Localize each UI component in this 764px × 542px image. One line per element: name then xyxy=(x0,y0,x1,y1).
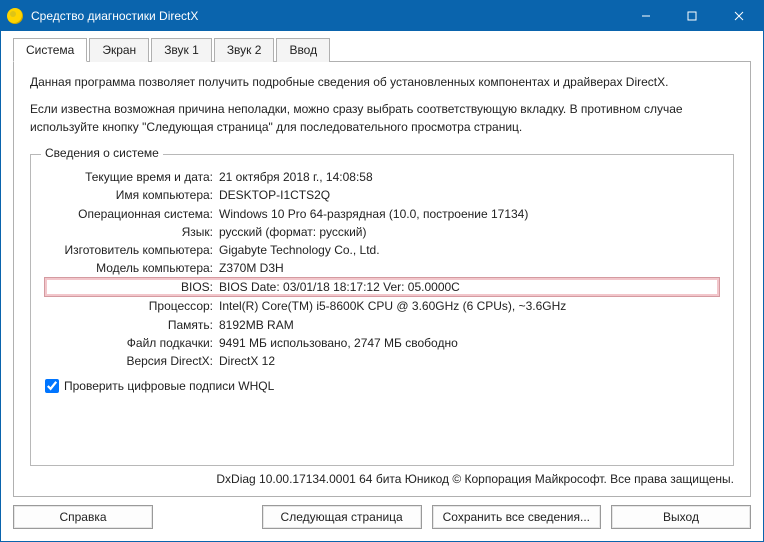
info-key: Память: xyxy=(45,317,219,333)
spacer xyxy=(153,505,262,529)
client-area: СистемаЭкранЗвук 1Звук 2Ввод Данная прог… xyxy=(1,31,763,541)
info-value: Windows 10 Pro 64-разрядная (10.0, постр… xyxy=(219,206,528,222)
info-key: Операционная система: xyxy=(45,206,219,222)
intro-line-2: Если известна возможная причина неполадк… xyxy=(30,101,734,136)
info-key: Файл подкачки: xyxy=(45,335,219,351)
info-value: BIOS Date: 03/01/18 18:17:12 Ver: 05.000… xyxy=(219,279,460,295)
help-button[interactable]: Справка xyxy=(13,505,153,529)
tab-system: Данная программа позволяет получить подр… xyxy=(13,61,751,497)
dxdiag-window: Средство диагностики DirectX СистемаЭкра… xyxy=(0,0,764,542)
save-all-button[interactable]: Сохранить все сведения... xyxy=(432,505,601,529)
whql-checkbox[interactable] xyxy=(45,379,59,393)
info-row: Версия DirectX:DirectX 12 xyxy=(45,353,719,369)
info-value: Intel(R) Core(TM) i5-8600K CPU @ 3.60GHz… xyxy=(219,298,566,314)
tab-0[interactable]: Система xyxy=(13,38,87,62)
info-row: Изготовитель компьютера:Gigabyte Technol… xyxy=(45,242,719,258)
info-key: Имя компьютера: xyxy=(45,187,219,203)
info-value: 21 октября 2018 г., 14:08:58 xyxy=(219,169,373,185)
info-value: Z370M D3H xyxy=(219,260,284,276)
tab-3[interactable]: Звук 2 xyxy=(214,38,275,62)
tab-2[interactable]: Звук 1 xyxy=(151,38,212,62)
exit-button[interactable]: Выход xyxy=(611,505,751,529)
info-row: Процессор:Intel(R) Core(TM) i5-8600K CPU… xyxy=(45,298,719,314)
info-row: BIOS:BIOS Date: 03/01/18 18:17:12 Ver: 0… xyxy=(45,278,719,296)
tab-1[interactable]: Экран xyxy=(89,38,149,62)
info-key: Процессор: xyxy=(45,298,219,314)
info-row: Имя компьютера:DESKTOP-I1CTS2Q xyxy=(45,187,719,203)
info-key: BIOS: xyxy=(45,279,219,295)
maximize-button[interactable] xyxy=(669,1,715,31)
info-value: DESKTOP-I1CTS2Q xyxy=(219,187,330,203)
info-key: Изготовитель компьютера: xyxy=(45,242,219,258)
footer-text: DxDiag 10.00.17134.0001 64 бита Юникод ©… xyxy=(30,472,734,486)
minimize-button[interactable] xyxy=(623,1,669,31)
info-key: Язык: xyxy=(45,224,219,240)
next-page-button[interactable]: Следующая страница xyxy=(262,505,422,529)
window-buttons xyxy=(623,1,763,31)
info-key: Версия DirectX: xyxy=(45,353,219,369)
right-button-group: Следующая страница Сохранить все сведени… xyxy=(262,505,751,529)
tab-strip: СистемаЭкранЗвук 1Звук 2Ввод xyxy=(13,37,751,61)
info-row: Текущие время и дата:21 октября 2018 г.,… xyxy=(45,169,719,185)
system-info-list: Текущие время и дата:21 октября 2018 г.,… xyxy=(45,169,719,369)
info-value: DirectX 12 xyxy=(219,353,275,369)
close-button[interactable] xyxy=(715,1,763,31)
info-key: Текущие время и дата: xyxy=(45,169,219,185)
info-value: 9491 МБ использовано, 2747 МБ свободно xyxy=(219,335,458,351)
intro-text: Данная программа позволяет получить подр… xyxy=(30,74,734,146)
info-value: русский (формат: русский) xyxy=(219,224,367,240)
info-row: Операционная система:Windows 10 Pro 64-р… xyxy=(45,206,719,222)
system-info-group: Сведения о системе Текущие время и дата:… xyxy=(30,154,734,466)
info-row: Модель компьютера:Z370M D3H xyxy=(45,260,719,276)
titlebar[interactable]: Средство диагностики DirectX xyxy=(1,1,763,31)
group-legend: Сведения о системе xyxy=(41,146,163,160)
info-value: Gigabyte Technology Co., Ltd. xyxy=(219,242,380,258)
info-row: Язык:русский (формат: русский) xyxy=(45,224,719,240)
info-row: Файл подкачки:9491 МБ использовано, 2747… xyxy=(45,335,719,351)
app-icon xyxy=(7,8,23,24)
button-bar: Справка Следующая страница Сохранить все… xyxy=(13,505,751,529)
info-key: Модель компьютера: xyxy=(45,260,219,276)
whql-row: Проверить цифровые подписи WHQL xyxy=(45,379,719,393)
info-value: 8192MB RAM xyxy=(219,317,294,333)
window-title: Средство диагностики DirectX xyxy=(31,9,198,23)
tab-4[interactable]: Ввод xyxy=(276,38,330,62)
whql-label[interactable]: Проверить цифровые подписи WHQL xyxy=(64,379,274,393)
info-row: Память:8192MB RAM xyxy=(45,317,719,333)
intro-line-1: Данная программа позволяет получить подр… xyxy=(30,74,734,91)
